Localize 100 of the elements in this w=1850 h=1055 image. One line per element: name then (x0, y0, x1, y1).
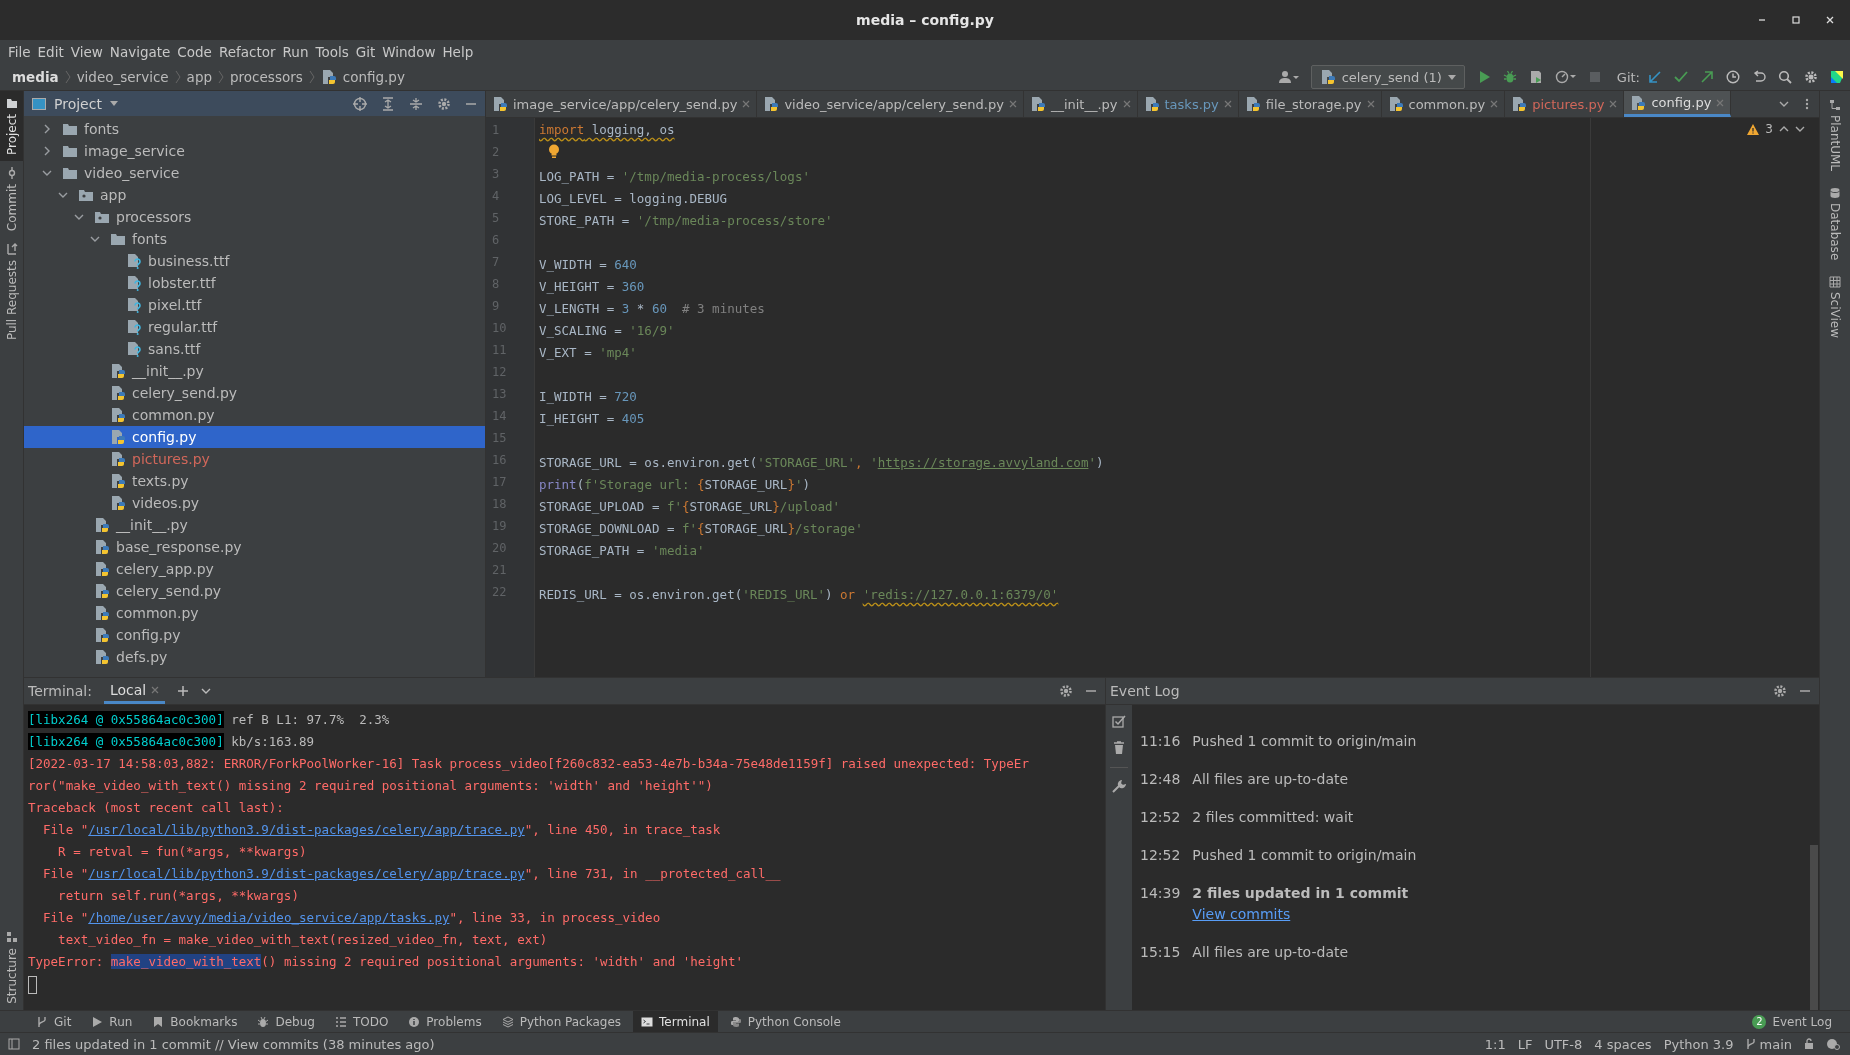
tool-window-tab[interactable]: Structure (0, 925, 23, 1010)
breadcrumb[interactable]: app (186, 69, 213, 85)
chevron-down-icon[interactable] (58, 190, 68, 200)
tool-window-button[interactable]: TODO (326, 1011, 397, 1032)
status-item[interactable]: UTF-8 (1544, 1036, 1583, 1052)
profiler-icon[interactable] (1554, 70, 1577, 84)
tool-window-button[interactable]: Bookmarks (144, 1011, 246, 1032)
chevron-down-icon[interactable] (1779, 99, 1789, 109)
editor-tab[interactable]: tasks.py (1137, 91, 1239, 117)
tree-item[interactable]: config.py (24, 624, 485, 646)
lightbulb-icon[interactable] (548, 144, 560, 159)
tree-item[interactable]: video_service (24, 162, 485, 184)
tree-item[interactable]: texts.py (24, 470, 485, 492)
expand-all-icon[interactable] (381, 96, 395, 111)
wrench-icon[interactable] (1112, 780, 1126, 794)
tree-item[interactable]: fonts (24, 118, 485, 140)
search-icon[interactable] (1778, 70, 1792, 84)
close-icon[interactable] (1824, 14, 1836, 26)
menu-item[interactable]: Edit (35, 44, 69, 60)
tree-item[interactable]: __init__.py (24, 360, 485, 382)
status-item[interactable]: 4 spaces (1594, 1036, 1652, 1052)
tool-window-button[interactable]: Problems (400, 1011, 490, 1032)
tree-item[interactable]: celery_send.py (24, 382, 485, 404)
editor-tab[interactable]: video_service/app/celery_send.py (757, 91, 1024, 117)
tree-item[interactable]: lobster.ttf (24, 272, 485, 294)
editor-tab[interactable]: __init__.py (1023, 91, 1138, 117)
menu-item[interactable]: Run (280, 44, 314, 60)
crosshair-icon[interactable] (353, 96, 367, 111)
tree-item[interactable]: fonts (24, 228, 485, 250)
chevron-down-icon[interactable] (201, 686, 212, 696)
chevron-right-icon[interactable] (42, 146, 52, 156)
tree-item[interactable]: celery_app.py (24, 558, 485, 580)
menu-item[interactable]: Window (380, 44, 441, 60)
menu-item[interactable]: View (68, 44, 108, 60)
panel-toggle-icon[interactable] (8, 1038, 20, 1050)
status-item[interactable]: Python 3.9 (1663, 1036, 1734, 1052)
tool-window-tab[interactable]: Pull Requests (0, 237, 23, 347)
editor-tab[interactable]: common.py (1381, 91, 1506, 117)
project-view-dropdown[interactable]: Project (32, 95, 118, 112)
tree-item[interactable]: business.ttf (24, 250, 485, 272)
status-message[interactable]: 2 files updated in 1 commit // View commits (38 minutes ago) (32, 1036, 435, 1052)
undo-icon[interactable] (1752, 70, 1766, 84)
tree-item[interactable]: common.py (24, 404, 485, 426)
tool-window-button[interactable]: Debug (249, 1011, 323, 1032)
view-commits-link[interactable]: View commits (1192, 906, 1409, 922)
git-branch-widget[interactable]: main (1745, 1036, 1792, 1052)
checkmark-icon[interactable] (1674, 70, 1688, 84)
tree-item[interactable]: videos.py (24, 492, 485, 514)
scrollbar-thumb[interactable] (1810, 845, 1818, 1010)
inspector-icon[interactable] (1826, 1038, 1840, 1050)
chevron-right-icon[interactable] (42, 124, 52, 134)
maximize-icon[interactable] (1790, 14, 1802, 26)
settings-icon[interactable] (1804, 70, 1818, 84)
tree-item[interactable]: processors (24, 206, 485, 228)
menu-item[interactable]: Git (353, 44, 381, 60)
status-item[interactable]: 1:1 (1484, 1036, 1506, 1052)
clock-icon[interactable] (1726, 70, 1740, 84)
tree-item[interactable]: pixel.ttf (24, 294, 485, 316)
menu-item[interactable]: Code (175, 44, 217, 60)
breadcrumb[interactable]: config.py (342, 69, 405, 85)
tool-window-tab[interactable]: Database (1820, 179, 1850, 269)
chevron-down-icon[interactable] (42, 168, 52, 178)
chevron-down-icon[interactable] (1795, 124, 1805, 134)
menu-item[interactable]: Navigate (107, 44, 176, 60)
menu-item[interactable]: Refactor (216, 44, 281, 60)
tree-item[interactable]: image_service (24, 140, 485, 162)
tool-window-tab[interactable]: Commit (0, 161, 23, 238)
editor-tab[interactable]: file_storage.py (1238, 91, 1382, 117)
tool-window-tab[interactable]: PlantUML (1820, 91, 1850, 180)
editor-tab[interactable]: image_service/app/celery_send.py (486, 91, 758, 117)
chevron-down-icon[interactable] (90, 234, 100, 244)
chevron-down-icon[interactable] (74, 212, 84, 222)
tree-item[interactable]: pictures.py (24, 448, 485, 470)
menu-item[interactable]: File (6, 44, 36, 60)
tree-item[interactable]: app (24, 184, 485, 206)
push-arrow-icon[interactable] (1700, 70, 1714, 84)
menu-item[interactable]: Tools (313, 44, 354, 60)
tree-item[interactable]: regular.ttf (24, 316, 485, 338)
more-icon[interactable] (1805, 98, 1809, 110)
user-icon[interactable] (1278, 70, 1299, 84)
collapse-all-icon[interactable] (409, 96, 423, 111)
tool-window-button[interactable]: Python Console (721, 1011, 849, 1032)
tree-item[interactable]: sans.ttf (24, 338, 485, 360)
chevron-up-icon[interactable] (1779, 124, 1789, 134)
tool-window-button[interactable]: Git (28, 1011, 80, 1032)
tree-item[interactable]: __init__.py (24, 514, 485, 536)
status-item[interactable]: LF (1517, 1036, 1533, 1052)
logo-icon[interactable] (1830, 70, 1844, 84)
tool-window-button[interactable]: 2 Event Log (1744, 1011, 1840, 1032)
tree-item[interactable]: celery_send.py (24, 580, 485, 602)
bug-icon[interactable] (1502, 70, 1517, 84)
warning-icon[interactable] (1747, 123, 1760, 135)
tree-item[interactable]: config.py (24, 426, 485, 448)
breadcrumb[interactable]: media (12, 69, 59, 85)
settings-icon[interactable] (437, 96, 451, 111)
breadcrumb[interactable]: video_service (76, 69, 169, 85)
coverage-icon[interactable] (1528, 70, 1543, 84)
tool-window-tab[interactable]: Project (0, 91, 23, 162)
tool-window-button[interactable]: Terminal (633, 1011, 718, 1032)
tree-item[interactable]: defs.py (24, 646, 485, 668)
